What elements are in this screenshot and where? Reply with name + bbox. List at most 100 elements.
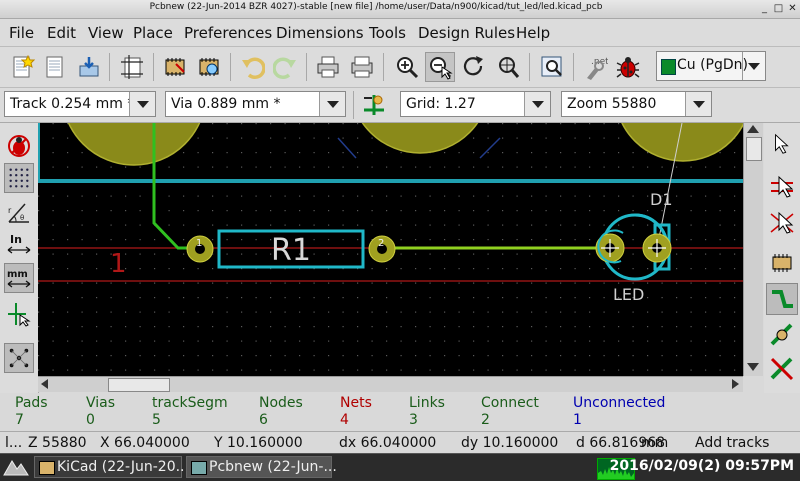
pad-number-2: 2: [378, 238, 384, 249]
grid-toggle-icon[interactable]: [4, 163, 34, 193]
status-mode: Add tracks: [695, 435, 770, 451]
msg-vias-value: 0: [86, 412, 95, 428]
main-toolbar: .net Cu (PgDn): [0, 47, 800, 88]
pcb-canvas[interactable]: 1 R1 1 2 D1 LED: [38, 123, 743, 376]
status-bar: l... Z 55880 X 66.040000 Y 10.160000 dx …: [0, 431, 800, 454]
zoom-select[interactable]: Zoom 55880: [561, 91, 712, 117]
zoom-dropdown[interactable]: [685, 92, 711, 116]
msg-unconnected: Unconnected 1: [573, 395, 665, 428]
menu-file[interactable]: File: [9, 24, 34, 42]
layer-selector[interactable]: Cu (PgDn): [656, 51, 766, 81]
vertical-scroll-thumb[interactable]: [746, 137, 762, 161]
redo-icon[interactable]: [271, 52, 301, 82]
task-kicad[interactable]: KiCad (22-Jun-20...: [34, 456, 189, 478]
start-menu-icon[interactable]: [2, 457, 30, 477]
msg-nodes: Nodes 6: [259, 395, 303, 428]
msg-vias-label: Vias: [86, 395, 116, 411]
grid-select[interactable]: Grid: 1.27: [400, 91, 551, 117]
svg-text:θ: θ: [20, 214, 24, 222]
menu-preferences[interactable]: Preferences: [184, 24, 272, 42]
find-icon[interactable]: [537, 52, 567, 82]
grid-value: Grid: 1.27: [406, 96, 476, 112]
redraw-icon[interactable]: [459, 52, 489, 82]
grid-dropdown[interactable]: [524, 92, 550, 116]
menu-edit[interactable]: Edit: [47, 24, 76, 42]
page-settings-icon[interactable]: [117, 52, 147, 82]
right-tools-toolbar: [764, 123, 800, 393]
via-size-dropdown[interactable]: [319, 92, 345, 116]
horizontal-scroll-thumb[interactable]: [108, 378, 170, 392]
scroll-up-arrow[interactable]: [747, 125, 759, 133]
status-dx: dx 66.040000: [339, 435, 437, 451]
units-inch-icon[interactable]: In: [4, 229, 34, 259]
msg-vias: Vias 0: [86, 395, 115, 428]
polar-coords-icon[interactable]: rθ: [4, 197, 34, 227]
window-title-bar: Pcbnew (22-Jun-2014 BZR 4027)-stable [ne…: [0, 0, 800, 19]
scroll-down-arrow[interactable]: [747, 363, 759, 371]
close-button[interactable]: ✕: [786, 2, 799, 15]
vertical-scrollbar[interactable]: [743, 123, 763, 376]
clock: 2016/02/09(2) 09:57PM: [609, 458, 794, 474]
scroll-left-arrow[interactable]: [41, 379, 48, 389]
msg-connect-label: Connect: [481, 395, 539, 411]
open-board-icon[interactable]: [40, 52, 70, 82]
drc-off-icon[interactable]: [4, 131, 34, 161]
msg-nodes-value: 6: [259, 412, 268, 428]
add-module-icon[interactable]: [766, 247, 798, 279]
msg-track-segments-value: 5: [152, 412, 161, 428]
task-pcbnew[interactable]: Pcbnew (22-Jun-...: [186, 456, 337, 478]
menu-tools[interactable]: Tools: [369, 24, 406, 42]
msg-pads-value: 7: [15, 412, 24, 428]
status-y: Y 10.160000: [214, 435, 303, 451]
msg-unconnected-label: Unconnected: [573, 395, 666, 411]
menu-design-rules[interactable]: Design Rules: [418, 24, 515, 42]
cursor-shape-icon[interactable]: [4, 299, 34, 329]
status-zoom: Z 55880: [28, 435, 87, 451]
zoom-out-icon[interactable]: [425, 52, 455, 82]
module-editor-icon[interactable]: [160, 52, 190, 82]
show-ratsnest-icon[interactable]: [4, 343, 34, 373]
menu-dimensions[interactable]: Dimensions: [276, 24, 364, 42]
menu-place[interactable]: Place: [133, 24, 173, 42]
aux-toolbar: Track 0.254 mm * Via 0.889 mm * Grid: 1.…: [0, 88, 800, 123]
window-title: Pcbnew (22-Jun-2014 BZR 4027)-stable [ne…: [149, 2, 603, 12]
led-reference: D1: [650, 190, 673, 209]
auto-track-width-icon[interactable]: [359, 90, 389, 120]
layer-dropdown-button[interactable]: [742, 52, 765, 80]
zoom-fit-icon[interactable]: [493, 52, 523, 82]
print-icon[interactable]: [313, 52, 343, 82]
msg-connect-value: 2: [481, 412, 490, 428]
undo-icon[interactable]: [237, 52, 267, 82]
highlight-net-icon[interactable]: [766, 171, 798, 203]
msg-unconnected-value: 1: [573, 412, 582, 428]
maximize-button[interactable]: □: [772, 2, 785, 15]
add-tracks-icon[interactable]: [766, 283, 798, 315]
net-label: 1: [110, 249, 127, 279]
new-board-icon[interactable]: [7, 52, 37, 82]
message-panel: Pads 7 Vias 0 trackSegm 5 Nodes 6 Nets 4…: [0, 393, 800, 431]
horizontal-scrollbar[interactable]: [38, 376, 743, 392]
msg-nets-label: Nets: [340, 395, 372, 411]
local-ratsnest-icon[interactable]: [766, 207, 798, 239]
save-icon[interactable]: [74, 52, 104, 82]
msg-nodes-label: Nodes: [259, 395, 303, 411]
module-viewer-icon[interactable]: [194, 52, 224, 82]
track-width-dropdown[interactable]: [129, 92, 155, 116]
track-width-select[interactable]: Track 0.254 mm *: [4, 91, 156, 117]
scroll-right-arrow[interactable]: [732, 379, 739, 389]
netlist-icon[interactable]: .net: [580, 52, 610, 82]
msg-track-segments-label: trackSegm: [152, 395, 228, 411]
add-zones-icon[interactable]: [766, 353, 798, 385]
add-vias-icon[interactable]: [766, 319, 798, 351]
menu-bar: File Edit View Place Preferences Dimensi…: [0, 19, 800, 47]
minimize-button[interactable]: _: [758, 2, 771, 15]
menu-help[interactable]: Help: [516, 24, 550, 42]
msg-track-segments: trackSegm 5: [152, 395, 228, 428]
drc-icon[interactable]: [613, 52, 643, 82]
select-arrow-icon[interactable]: [766, 128, 798, 160]
units-mm-icon[interactable]: mm: [4, 263, 34, 293]
plot-icon[interactable]: [347, 52, 377, 82]
via-size-select[interactable]: Via 0.889 mm *: [165, 91, 346, 117]
menu-view[interactable]: View: [88, 24, 124, 42]
zoom-in-icon[interactable]: [392, 52, 422, 82]
